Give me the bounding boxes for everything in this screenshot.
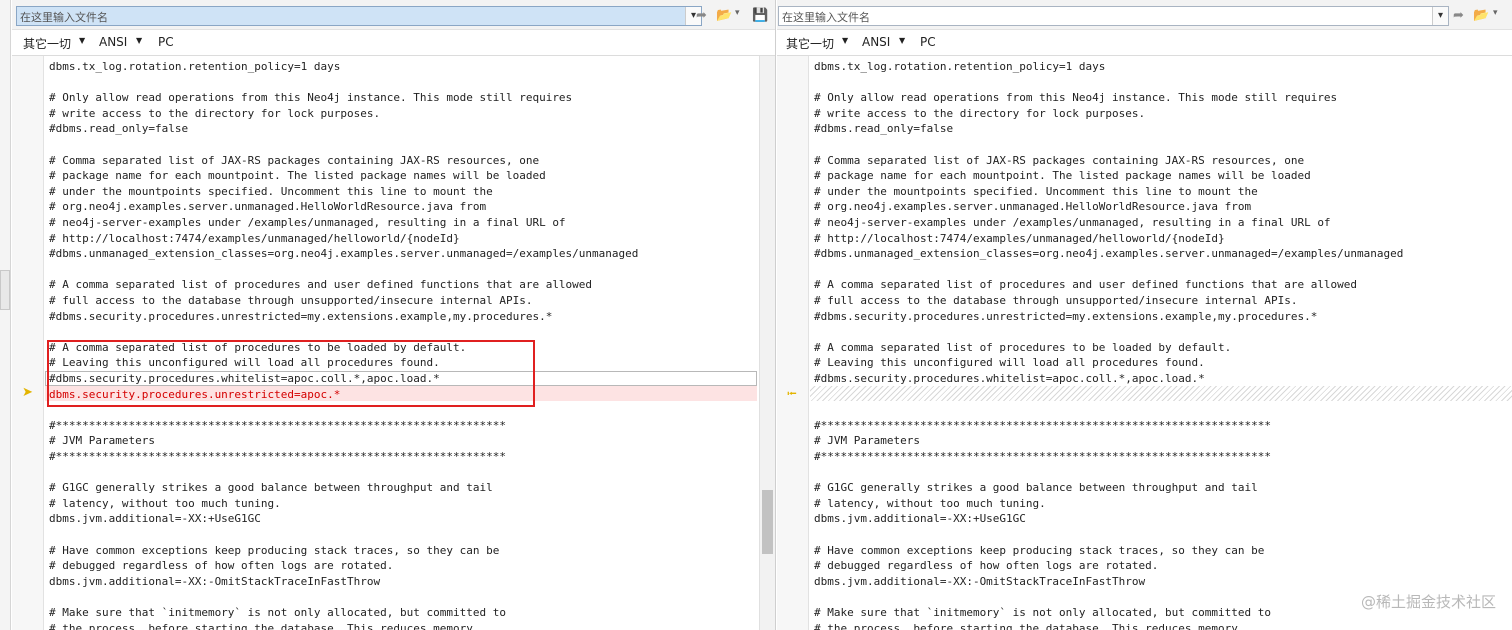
code-line: #dbms.unmanaged_extension_classes=org.ne… — [49, 247, 639, 261]
right-encoding[interactable]: ANSI — [862, 35, 890, 49]
right-path-input[interactable]: 在这里输入文件名 ▾ — [778, 6, 1449, 26]
right-encoding-bar: 其它一切 ▼ ANSI ▼ PC — [777, 31, 1512, 53]
chevron-down-icon[interactable]: ▼ — [136, 36, 142, 45]
right-editor[interactable]: ⭰ dbms.tx_log.rotation.retention_policy=… — [777, 55, 1512, 630]
code-line: #dbms.read_only=false — [814, 122, 954, 136]
left-vertical-scrollbar[interactable] — [759, 56, 775, 630]
code-line: # neo4j-server-examples under /examples/… — [49, 216, 566, 229]
code-line: # Only allow read operations from this N… — [814, 91, 1338, 105]
watermark: @稀土掘金技术社区 — [1360, 593, 1496, 611]
left-path-input[interactable]: 在这里输入文件名 ▾ — [16, 6, 702, 26]
code-line: # write access to the directory for lock… — [814, 106, 1146, 120]
code-line: #***************************************… — [814, 418, 1271, 432]
right-toolbar: 在这里输入文件名 ▾ ➦ 📂 ▾ — [777, 0, 1512, 30]
chevron-down-icon[interactable]: ▼ — [79, 36, 85, 45]
arrow-left-icon[interactable]: ⭰ — [787, 385, 797, 407]
code-line: # under the mountpoints specified. Uncom… — [814, 184, 1258, 198]
left-encoding-bar: 其它一切 ▼ ANSI ▼ PC — [12, 31, 775, 53]
right-encoding-group[interactable]: 其它一切 — [786, 35, 834, 52]
arrow-right-icon[interactable]: ➤ — [22, 385, 33, 400]
code-line: # latency, without too much tuning. — [49, 496, 281, 510]
code-line: # Comma separated list of JAX-RS package… — [814, 153, 1305, 167]
code-line: # JVM Parameters — [814, 434, 920, 448]
code-line: # A comma separated list of procedures t… — [814, 340, 1232, 354]
code-line: #dbms.security.procedures.unrestricted=m… — [814, 309, 1318, 323]
chevron-down-icon[interactable]: ▼ — [842, 36, 848, 45]
code-line: # neo4j-server-examples under /examples/… — [814, 216, 1331, 229]
left-path-placeholder: 在这里输入文件名 — [20, 11, 108, 24]
code-line: # org.neo4j.examples.server.unmanaged.He… — [49, 200, 487, 214]
code-line: #dbms.unmanaged_extension_classes=org.ne… — [814, 247, 1404, 261]
left-toolbar: 在这里输入文件名 ▾ ➦ 📂 ▾ 💾 — [12, 0, 775, 30]
code-line: dbms.tx_log.rotation.retention_policy=1 … — [49, 60, 341, 73]
left-line-ending[interactable]: PC — [158, 35, 174, 49]
save-icon[interactable]: 💾 — [752, 8, 768, 24]
left-encoding-group[interactable]: 其它一切 — [23, 35, 71, 52]
chevron-down-icon[interactable]: ▾ — [1432, 7, 1448, 25]
code-line: # debugged regardless of how often logs … — [49, 559, 394, 573]
code-line: dbms.jvm.additional=-XX:+UseG1GC — [814, 512, 1026, 526]
code-line: # G1GC generally strikes a good balance … — [814, 481, 1258, 495]
open-folder-icon[interactable]: 📂 — [1473, 8, 1489, 24]
folder-dropdown-icon[interactable]: ▾ — [1493, 8, 1498, 18]
code-line: # package name for each mountpoint. The … — [49, 169, 546, 183]
code-line: # Leaving this unconfigured will load al… — [814, 356, 1205, 370]
code-line: # full access to the database through un… — [814, 294, 1298, 307]
code-line: #***************************************… — [814, 450, 1271, 463]
code-line: # http://localhost:7474/examples/unmanag… — [49, 231, 460, 245]
left-pane: 在这里输入文件名 ▾ ➦ 📂 ▾ 💾 其它一切 ▼ ANSI ▼ PC ➤ db… — [12, 0, 776, 630]
right-gutter: ⭰ — [777, 56, 809, 630]
missing-line-placeholder — [810, 386, 1512, 401]
annotation-highlight-box — [47, 340, 535, 407]
right-path-placeholder: 在这里输入文件名 — [782, 11, 870, 24]
code-line: dbms.jvm.additional=-XX:+UseG1GC — [49, 512, 261, 526]
right-line-ending[interactable]: PC — [920, 35, 936, 49]
code-line: # full access to the database through un… — [49, 294, 533, 307]
code-line: # Comma separated list of JAX-RS package… — [49, 153, 540, 167]
code-line: # G1GC generally strikes a good balance … — [49, 481, 493, 495]
swap-icon[interactable]: ➦ — [696, 8, 707, 24]
code-line: # http://localhost:7474/examples/unmanag… — [814, 231, 1225, 245]
code-line: # org.neo4j.examples.server.unmanaged.He… — [814, 200, 1252, 214]
left-encoding[interactable]: ANSI — [99, 35, 127, 49]
code-line: dbms.jvm.additional=-XX:-OmitStackTraceI… — [49, 574, 381, 588]
code-line: # Make sure that `initmemory` is not onl… — [49, 606, 506, 619]
code-line: dbms.tx_log.rotation.retention_policy=1 … — [814, 60, 1106, 73]
code-line: # under the mountpoints specified. Uncom… — [49, 184, 493, 198]
chevron-down-icon[interactable]: ▼ — [899, 36, 905, 45]
code-line: # latency, without too much tuning. — [814, 496, 1046, 510]
code-line: # the process, before starting the datab… — [814, 621, 1238, 630]
open-folder-icon[interactable]: 📂 — [716, 8, 732, 24]
code-line: #dbms.read_only=false — [49, 122, 189, 136]
code-line: #dbms.security.procedures.unrestricted=m… — [49, 309, 553, 323]
code-line: #***************************************… — [49, 450, 506, 463]
right-pane: 在这里输入文件名 ▾ ➦ 📂 ▾ 其它一切 ▼ ANSI ▼ PC ⭰ dbms… — [777, 0, 1512, 630]
window-edge-strip — [0, 0, 11, 630]
code-line: # A comma separated list of procedures a… — [814, 278, 1358, 292]
code-line: # Have common exceptions keep producing … — [49, 543, 500, 557]
swap-icon[interactable]: ➦ — [1453, 8, 1464, 24]
code-line: # JVM Parameters — [49, 434, 155, 448]
code-line: # write access to the directory for lock… — [49, 106, 381, 120]
edge-marker — [0, 270, 10, 310]
folder-dropdown-icon[interactable]: ▾ — [735, 8, 740, 18]
code-line: # the process, before starting the datab… — [49, 621, 473, 630]
left-gutter: ➤ — [12, 56, 44, 630]
code-line: dbms.jvm.additional=-XX:-OmitStackTraceI… — [814, 574, 1146, 588]
code-line: # A comma separated list of procedures a… — [49, 278, 593, 292]
code-line: #***************************************… — [49, 418, 506, 432]
left-editor[interactable]: ➤ dbms.tx_log.rotation.retention_policy=… — [12, 55, 775, 630]
code-line: # debugged regardless of how often logs … — [814, 559, 1159, 573]
code-line: # Only allow read operations from this N… — [49, 91, 573, 105]
code-line: #dbms.security.procedures.whitelist=apoc… — [814, 372, 1205, 385]
code-line: # package name for each mountpoint. The … — [814, 169, 1311, 183]
code-line: # Make sure that `initmemory` is not onl… — [814, 606, 1271, 619]
code-line: # Have common exceptions keep producing … — [814, 543, 1265, 557]
left-scroll-thumb[interactable] — [762, 490, 773, 554]
